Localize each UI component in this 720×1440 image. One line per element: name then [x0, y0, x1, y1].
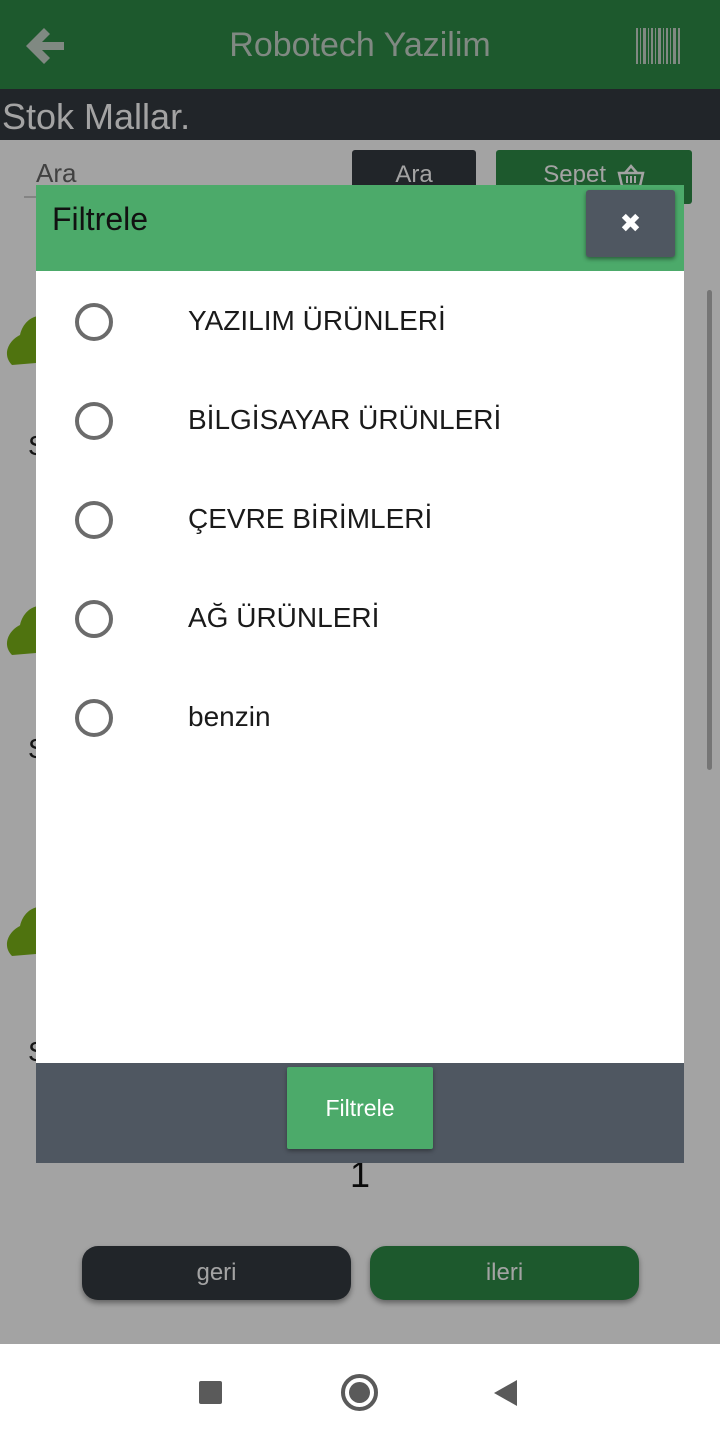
- close-button[interactable]: ✖: [586, 190, 675, 257]
- filter-option[interactable]: AĞ ÜRÜNLERİ: [36, 580, 684, 660]
- back-triangle-icon[interactable]: [494, 1380, 517, 1406]
- filter-option[interactable]: ÇEVRE BİRİMLERİ: [36, 481, 684, 561]
- radio-button[interactable]: [75, 303, 113, 341]
- close-icon: ✖: [619, 208, 642, 238]
- filter-option-label: BİLGİSAYAR ÜRÜNLERİ: [188, 404, 502, 435]
- filter-option-label: AĞ ÜRÜNLERİ: [188, 602, 380, 633]
- radio-button[interactable]: [75, 699, 113, 737]
- home-icon[interactable]: [341, 1374, 378, 1411]
- apply-filter-button[interactable]: Filtrele: [287, 1067, 433, 1149]
- recents-icon[interactable]: [199, 1381, 222, 1404]
- filter-option-label: YAZILIM ÜRÜNLERİ: [188, 305, 446, 336]
- radio-button[interactable]: [75, 501, 113, 539]
- radio-button[interactable]: [75, 402, 113, 440]
- dialog-header: Filtrele ✖: [36, 185, 684, 271]
- filter-option-label: benzin: [188, 701, 271, 732]
- filter-option[interactable]: benzin: [36, 679, 684, 759]
- filter-option[interactable]: BİLGİSAYAR ÜRÜNLERİ: [36, 382, 684, 462]
- filter-option-label: ÇEVRE BİRİMLERİ: [188, 503, 433, 534]
- dialog-footer: Filtrele: [36, 1063, 684, 1163]
- scrollbar[interactable]: [707, 290, 712, 770]
- radio-button[interactable]: [75, 600, 113, 638]
- filter-option[interactable]: YAZILIM ÜRÜNLERİ: [36, 283, 684, 363]
- dialog-title: Filtrele: [52, 201, 149, 237]
- filter-dialog: Filtrele ✖ YAZILIM ÜRÜNLERİ BİLGİSAYAR Ü…: [36, 185, 684, 1163]
